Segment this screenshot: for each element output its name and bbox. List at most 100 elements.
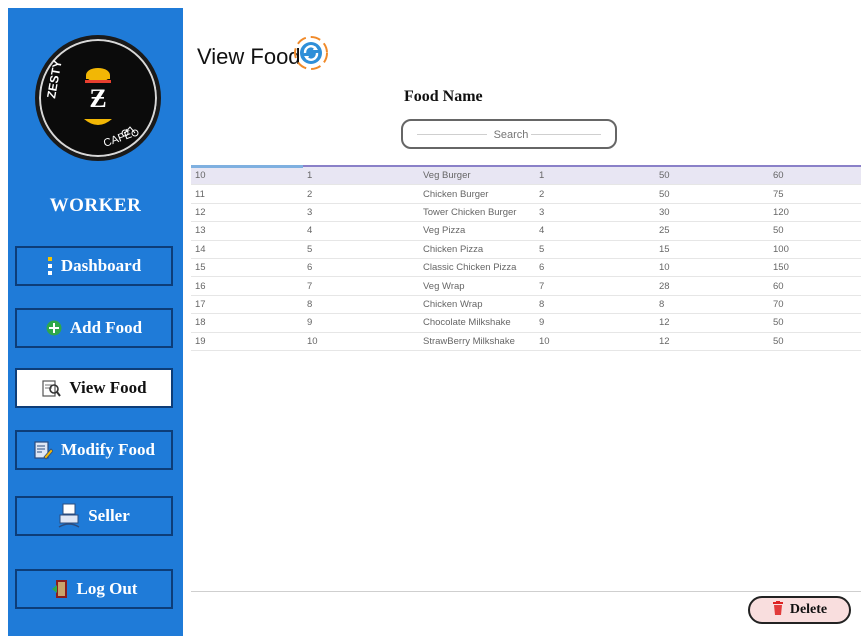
table-row[interactable]: 18 9 Chocolate Milkshake 9 12 50 [191, 313, 861, 333]
table-cell: 7 [535, 276, 655, 296]
search-decoration-right [531, 134, 601, 135]
table-row[interactable]: 14 5 Chicken Pizza 5 15 100 [191, 240, 861, 259]
table-cell: 1 [303, 167, 419, 186]
zesty-cafe-logo: Ƶ ZESTY CAFÉ [35, 35, 161, 161]
delete-label: Delete [789, 602, 828, 617]
edit-form-icon [33, 440, 53, 460]
dashboard-label: Dashboard [60, 256, 142, 275]
log-out-button[interactable]: Log Out [15, 569, 173, 609]
table-cell: 11 [191, 184, 303, 204]
view-food-button[interactable]: View Food [15, 368, 173, 408]
table-cell: 18 [191, 313, 303, 333]
table-cell: 30 [655, 203, 769, 223]
table-cell: 14 [191, 240, 303, 259]
page-title: View Food [197, 44, 301, 69]
table-cell: 3 [303, 203, 419, 223]
table-cell: 50 [769, 313, 861, 333]
table-cell: 19 [191, 332, 303, 351]
table-cell: 15 [191, 258, 303, 278]
delete-button[interactable]: Delete [748, 596, 851, 624]
table-cell: 17 [191, 295, 303, 315]
table-cell: 50 [655, 184, 769, 204]
table-cell: Veg Burger [419, 167, 535, 186]
table-cell: 12 [655, 313, 769, 333]
refresh-icon[interactable] [293, 35, 329, 71]
table-cell: 70 [769, 295, 861, 315]
search-input[interactable] [403, 121, 619, 149]
plus-circle-icon [46, 320, 62, 336]
table-cell: 8 [655, 295, 769, 315]
table-cell: 12 [191, 203, 303, 223]
seller-button[interactable]: Seller [15, 496, 173, 536]
table-cell: 120 [769, 203, 861, 223]
table-cell: 75 [769, 184, 861, 204]
table-cell: Chocolate Milkshake [419, 313, 535, 333]
table-cell: 16 [191, 276, 303, 296]
table-cell: 9 [303, 313, 419, 333]
table-cell: 60 [769, 167, 861, 186]
table-cell: Chicken Wrap [419, 295, 535, 315]
log-out-label: Log Out [76, 579, 138, 598]
dashboard-button[interactable]: Dashboard [15, 246, 173, 286]
table-cell: Chicken Burger [419, 184, 535, 204]
table-cell: 8 [303, 295, 419, 315]
table-cell: Tower Chicken Burger [419, 203, 535, 223]
svg-text:CAFÉ: CAFÉ [102, 128, 134, 150]
add-food-button[interactable]: Add Food [15, 308, 173, 348]
table-cell: 2 [535, 184, 655, 204]
table-cell: Veg Pizza [419, 221, 535, 241]
table-cell: 150 [769, 258, 861, 278]
modify-food-button[interactable]: Modify Food [15, 430, 173, 470]
sidebar: Ƶ ZESTY CAFÉ WORKER Dashboard Add Food V… [8, 8, 183, 636]
table-cell: 6 [303, 258, 419, 278]
role-title: WORKER [49, 195, 142, 216]
table-cell: 2 [303, 184, 419, 204]
table-cell: 5 [303, 240, 419, 259]
table-cell: Veg Wrap [419, 276, 535, 296]
table-cell: 9 [535, 313, 655, 333]
table-cell: 50 [655, 167, 769, 186]
table-row[interactable]: 12 3 Tower Chicken Burger 3 30 120 [191, 203, 861, 223]
search-field[interactable] [401, 119, 619, 149]
food-table[interactable]: 10 1 Veg Burger 1 50 60 11 2 Chicken Burger 2 50 75… [191, 165, 861, 592]
table-cell: Chicken Pizza [419, 240, 535, 259]
add-food-label: Add Food [69, 318, 143, 337]
table-cell: 10 [303, 332, 419, 351]
food-name-label: Food Name [404, 88, 483, 105]
table-cell: 6 [535, 258, 655, 278]
table-row[interactable]: 13 4 Veg Pizza 4 25 50 [191, 221, 861, 241]
table-cell: StrawBerry Milkshake [419, 332, 535, 351]
view-food-label: View Food [69, 378, 147, 397]
magnifier-list-icon [41, 378, 62, 398]
svg-text:ZESTY: ZESTY [44, 59, 65, 100]
table-cell: 10 [655, 258, 769, 278]
table-cell: 28 [655, 276, 769, 296]
exit-door-icon [51, 579, 69, 599]
table-cell: 50 [769, 332, 861, 351]
table-row[interactable]: 19 10 StrawBerry Milkshake 10 12 50 [191, 332, 861, 351]
table-cell: 10 [191, 167, 303, 186]
table-row[interactable]: 17 8 Chicken Wrap 8 8 70 [191, 295, 861, 315]
trash-icon [772, 600, 784, 620]
table-header-accent [191, 165, 303, 168]
table-row[interactable]: 11 2 Chicken Burger 2 50 75 [191, 184, 861, 204]
table-cell: 15 [655, 240, 769, 259]
table-row[interactable]: 10 1 Veg Burger 1 50 60 [191, 167, 861, 186]
svg-text:Ƶ: Ƶ [89, 84, 106, 113]
table-cell: 12 [655, 332, 769, 351]
table-cell: 4 [535, 221, 655, 241]
table-cell: 100 [769, 240, 861, 259]
table-cell: 50 [769, 221, 861, 241]
modify-food-label: Modify Food [61, 440, 155, 459]
menu-dots-icon [47, 257, 53, 275]
table-cell: 60 [769, 276, 861, 296]
table-cell: Classic Chicken Pizza [419, 258, 535, 278]
table-cell: 25 [655, 221, 769, 241]
seller-label: Seller [88, 506, 130, 525]
table-cell: 3 [535, 203, 655, 223]
table-row[interactable]: 15 6 Classic Chicken Pizza 6 10 150 [191, 258, 861, 278]
table-cell: 1 [535, 167, 655, 186]
table-row[interactable]: 16 7 Veg Wrap 7 28 60 [191, 276, 861, 296]
table-cell: 10 [535, 332, 655, 351]
table-cell: 7 [303, 276, 419, 296]
